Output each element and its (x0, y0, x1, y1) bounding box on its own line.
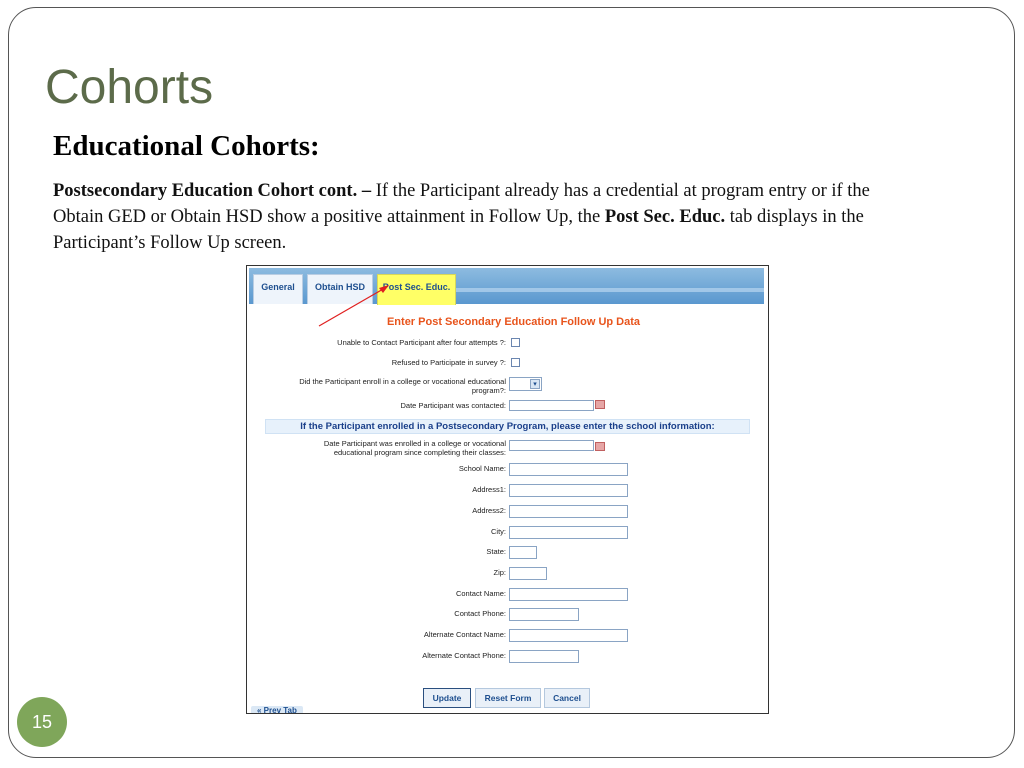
reset-form-button[interactable]: Reset Form (475, 688, 541, 708)
city-input[interactable] (509, 526, 628, 539)
label-address1: Address1: (472, 485, 506, 494)
date-contacted-input[interactable] (509, 400, 594, 411)
contact-name-input[interactable] (509, 588, 628, 601)
alt-contact-phone-input[interactable] (509, 650, 579, 663)
label-enroll: Did the Participant enroll in a college … (299, 377, 506, 395)
address1-input[interactable] (509, 484, 628, 497)
section-heading: Educational Cohorts: (53, 130, 320, 162)
school-name-input[interactable] (509, 463, 628, 476)
label-zip: Zip: (493, 568, 506, 577)
prev-tab-button[interactable]: « Prev Tab (251, 706, 303, 713)
form-title: Enter Post Secondary Education Follow Up… (386, 316, 641, 328)
unable-contact-checkbox[interactable] (511, 338, 520, 347)
contact-phone-input[interactable] (509, 608, 579, 621)
label-contact-phone: Contact Phone: (454, 609, 506, 618)
cancel-button[interactable]: Cancel (544, 688, 590, 708)
state-input[interactable] (509, 546, 537, 559)
label-unable-contact: Unable to Contact Participant after four… (337, 338, 506, 347)
label-alt-contact-name: Alternate Contact Name: (423, 630, 506, 639)
label-alt-contact-phone: Alternate Contact Phone: (422, 651, 506, 660)
body-text: Postsecondary Education Cohort cont. – I… (53, 178, 883, 256)
label-enroll-line2: program?: (471, 386, 506, 395)
tab-bar-stripe (454, 288, 764, 292)
slide-title: Cohorts (45, 61, 214, 114)
zip-input[interactable] (509, 567, 547, 580)
update-button[interactable]: Update (423, 688, 471, 708)
alt-contact-name-input[interactable] (509, 629, 628, 642)
label-enroll-line1: Did the Participant enroll in a college … (299, 377, 506, 386)
page-number-badge: 15 (17, 697, 67, 747)
chevron-down-icon: ▾ (530, 379, 540, 389)
label-refused: Refused to Participate in survey ?: (391, 358, 506, 367)
label-date-enrolled: Date Participant was enrolled in a colle… (324, 439, 506, 457)
date-enrolled-input[interactable] (509, 440, 594, 451)
calendar-icon[interactable] (595, 442, 605, 451)
refused-checkbox[interactable] (511, 358, 520, 367)
body-bold-lead: Postsecondary Education Cohort cont. – (53, 181, 372, 201)
tab-general[interactable]: General (253, 274, 303, 304)
row-enroll: Did the Participant enroll in a college … (247, 377, 768, 397)
label-contact-name: Contact Name: (455, 589, 506, 598)
address2-input[interactable] (509, 505, 628, 518)
follow-up-screenshot: General Obtain HSD Post Sec. Educ. Enter… (246, 265, 769, 714)
label-city: City: (491, 527, 506, 536)
body-bold-tab: Post Sec. Educ. (604, 207, 726, 227)
label-school-name: School Name: (458, 464, 506, 473)
label-date-enrolled-line1: Date Participant was enrolled in a colle… (323, 439, 506, 448)
label-date-contacted: Date Participant was contacted: (400, 401, 506, 410)
school-info-banner: If the Participant enrolled in a Postsec… (265, 419, 750, 434)
label-address2: Address2: (472, 506, 506, 515)
calendar-icon[interactable] (595, 400, 605, 409)
enroll-select[interactable]: ▾ (509, 377, 542, 391)
label-date-enrolled-line2: educational program since completing the… (333, 448, 506, 457)
row-date-enrolled: Date Participant was enrolled in a colle… (247, 439, 768, 459)
label-state: State: (486, 547, 506, 556)
